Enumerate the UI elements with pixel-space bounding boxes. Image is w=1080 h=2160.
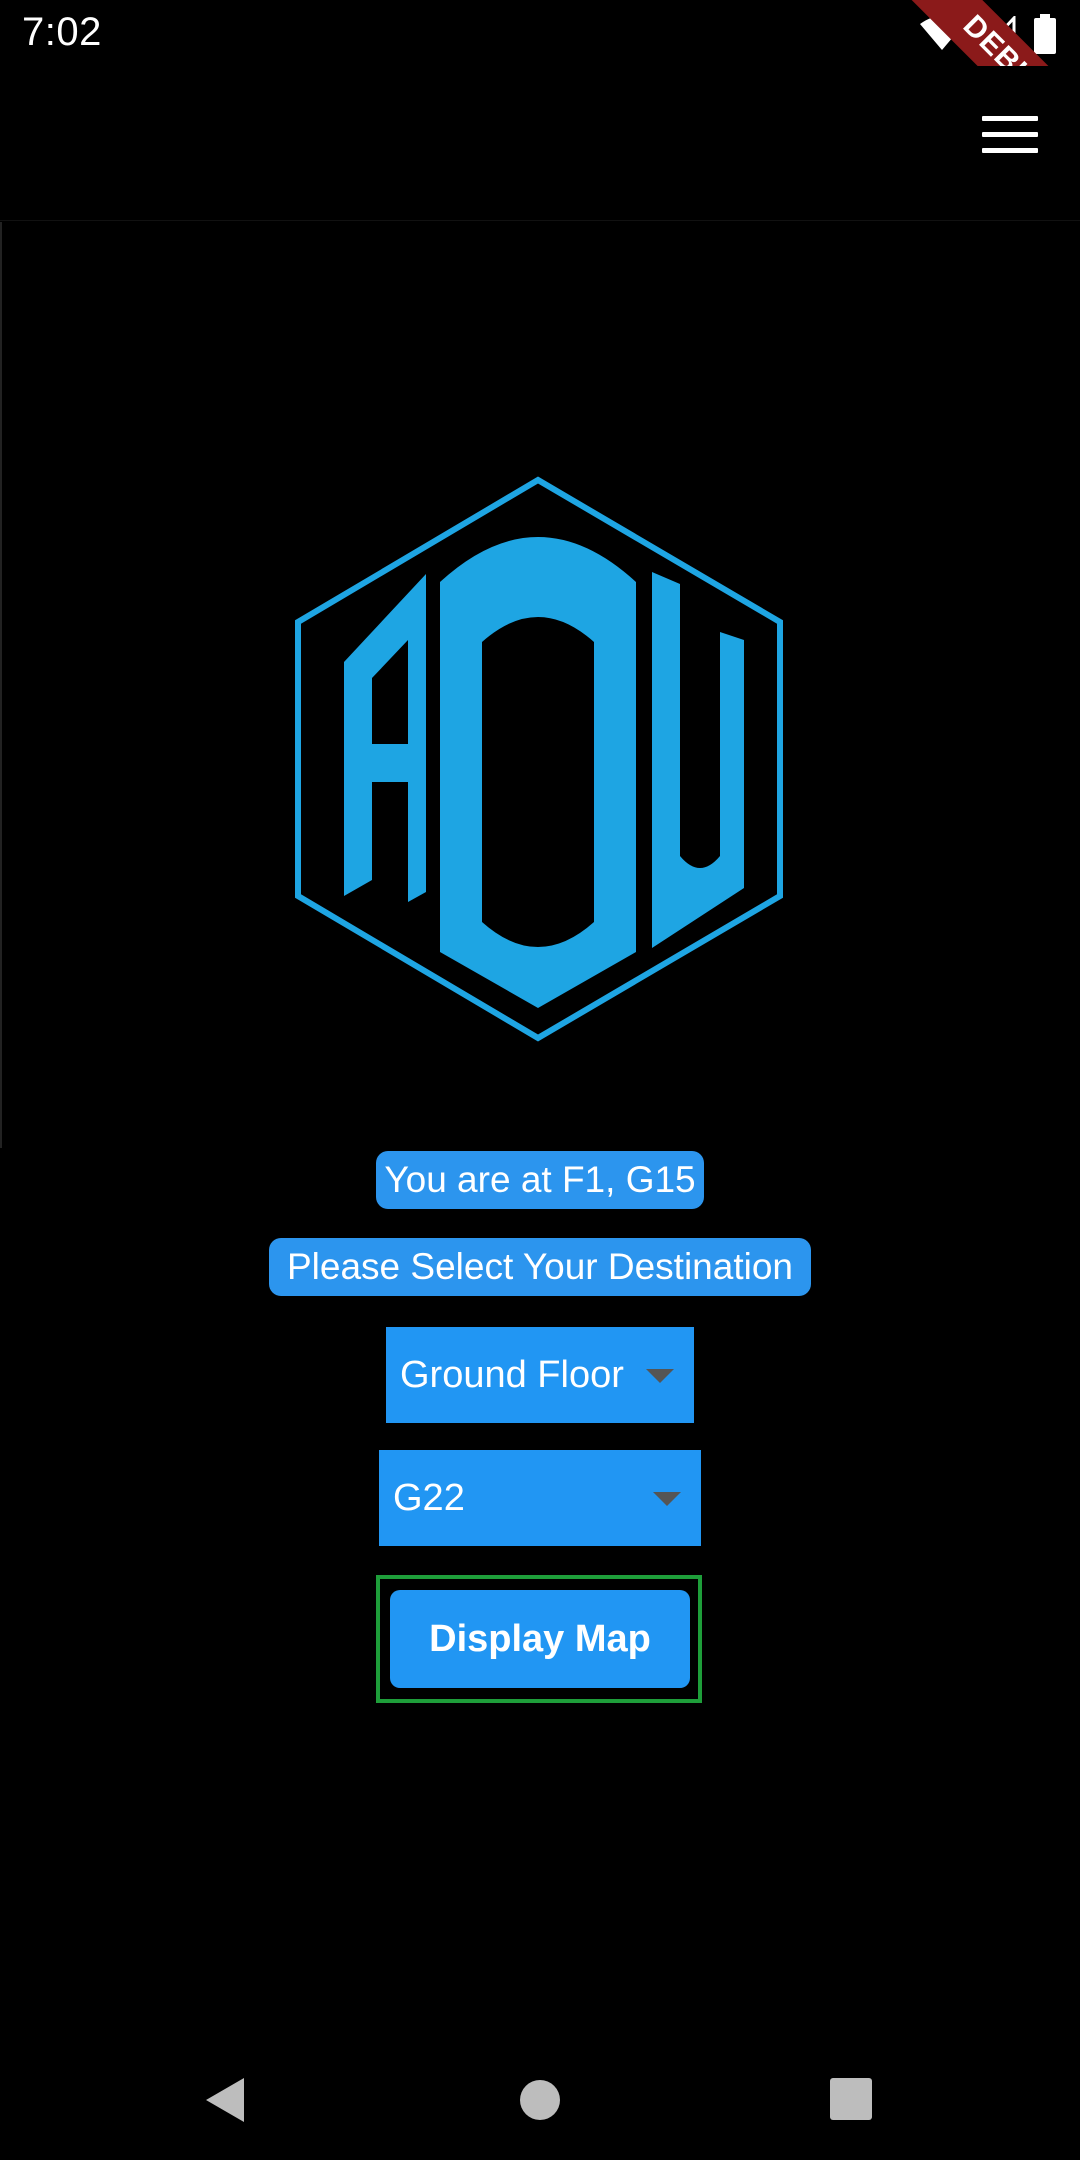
select-destination-prompt: Please Select Your Destination — [269, 1238, 811, 1296]
screen: 7:02 DEBUG You are at F1, G15 Please Sel… — [0, 0, 1080, 2160]
display-map-button[interactable]: Display Map — [390, 1590, 690, 1688]
room-dropdown[interactable]: G22 — [379, 1450, 701, 1546]
adu-logo — [295, 476, 783, 1042]
chevron-down-icon — [646, 1369, 674, 1383]
chevron-down-icon — [653, 1492, 681, 1506]
room-dropdown-value: G22 — [393, 1477, 465, 1519]
status-bar: 7:02 — [0, 0, 1080, 66]
floor-dropdown[interactable]: Ground Floor — [386, 1327, 694, 1423]
navigation-bar — [0, 2040, 1080, 2160]
back-icon[interactable] — [186, 2060, 266, 2140]
recents-icon[interactable] — [812, 2060, 892, 2140]
hamburger-menu-icon[interactable] — [982, 116, 1038, 160]
home-icon[interactable] — [500, 2060, 580, 2140]
battery-icon — [1034, 14, 1056, 54]
app-bar — [0, 66, 1080, 221]
floor-dropdown-value: Ground Floor — [400, 1354, 624, 1396]
left-divider — [0, 222, 2, 1148]
status-time: 7:02 — [22, 10, 102, 54]
current-location-label: You are at F1, G15 — [376, 1151, 704, 1209]
